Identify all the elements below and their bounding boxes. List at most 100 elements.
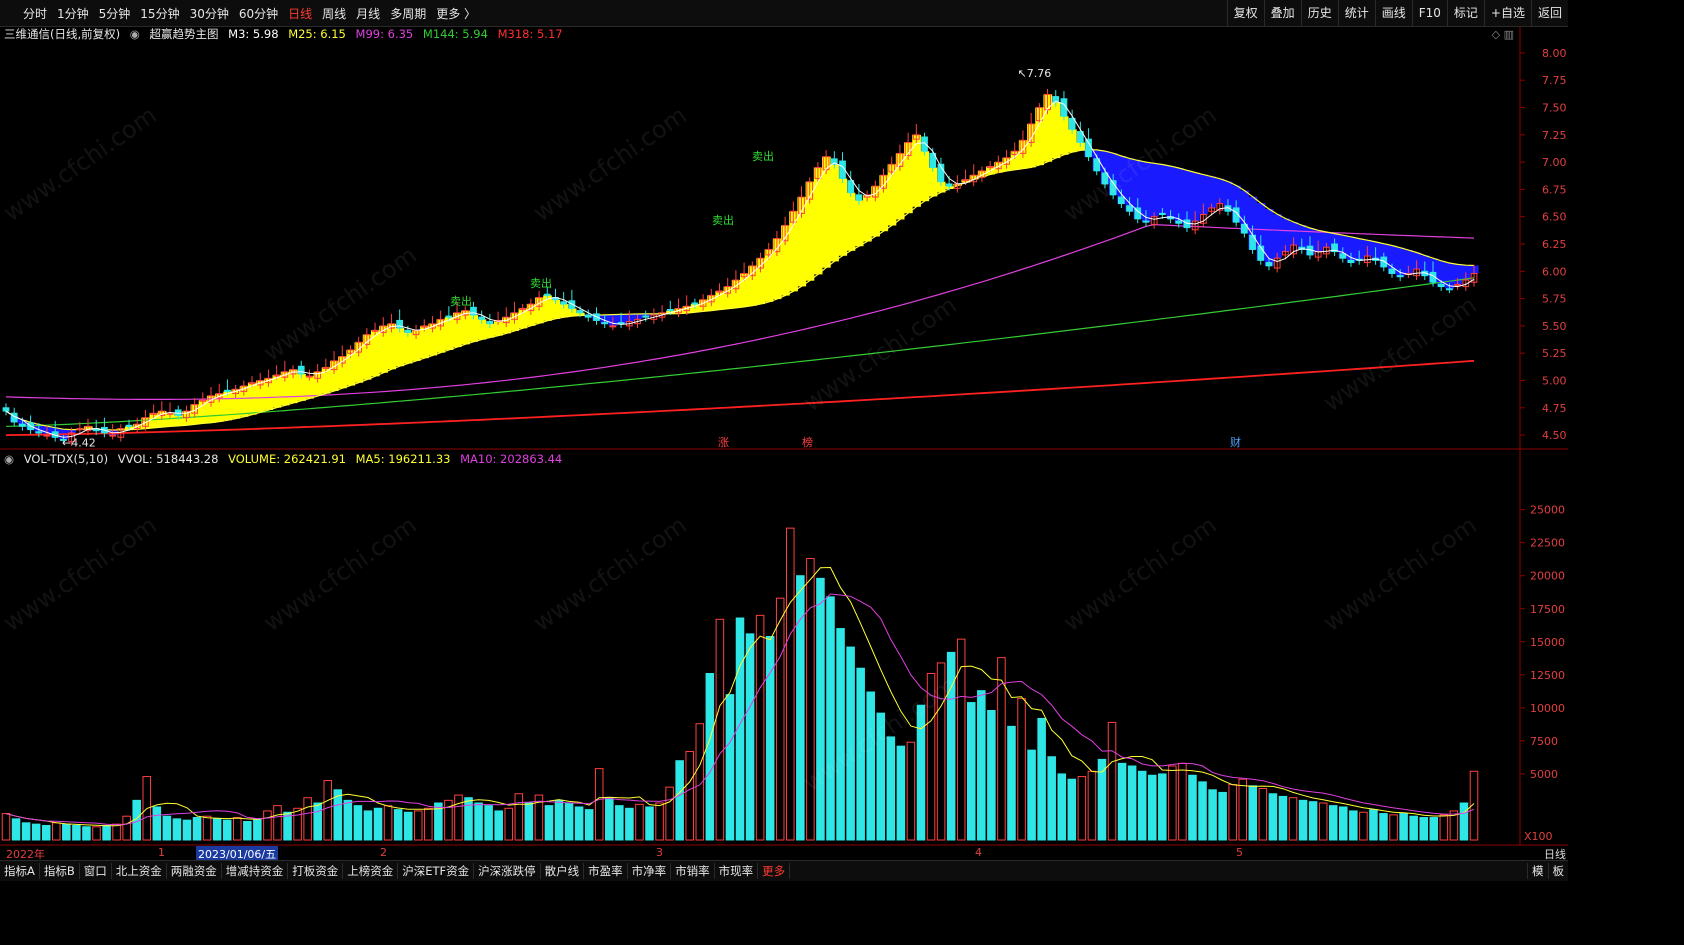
volume-bar xyxy=(926,673,936,841)
volume-bar xyxy=(363,810,373,841)
volume-bar xyxy=(775,597,785,841)
candle-body xyxy=(486,321,494,325)
volume-bar xyxy=(655,802,664,841)
volume-bar xyxy=(936,662,946,841)
candle-body xyxy=(609,325,617,328)
volume-bar xyxy=(353,805,363,841)
indicator-tab-10[interactable]: 散户线 xyxy=(541,863,585,879)
price-tick-label: 4.75 xyxy=(1542,402,1567,415)
indicator-tab-11[interactable]: 市盈率 xyxy=(584,863,628,879)
volume-bar xyxy=(1,813,11,841)
candle-body xyxy=(576,310,584,314)
candle-body xyxy=(404,329,412,333)
volume-bar xyxy=(212,818,222,841)
volume-bar xyxy=(625,807,634,841)
indicator-tab-9[interactable]: 沪深涨跌停 xyxy=(474,863,541,879)
candle-body xyxy=(1085,138,1092,158)
volume-bar xyxy=(313,802,322,841)
volume-bar xyxy=(1339,806,1348,841)
candle-body xyxy=(945,183,953,187)
vol-tick-label: 5000 xyxy=(1530,768,1558,781)
trend-band xyxy=(1051,102,1061,159)
kline-chart[interactable]: 8.00 7.75 7.50 7.25 7.00 6.75 6.50 6.25 6.00 5.75… xyxy=(0,0,1568,880)
trend-band xyxy=(920,151,930,202)
vol-tick-label: 12500 xyxy=(1530,669,1565,682)
price-tick-label: 6.50 xyxy=(1542,211,1567,224)
indicator-tab-6[interactable]: 打板资金 xyxy=(288,863,344,879)
volume-bar xyxy=(62,823,71,841)
volume-bar xyxy=(373,807,383,841)
volume-bar xyxy=(675,760,684,841)
date-axis: 2022年 1 2023/01/06/五 2 3 4 5 xyxy=(0,846,1520,862)
volume-bar xyxy=(826,596,835,841)
volume-bar xyxy=(152,806,162,841)
volume-bar xyxy=(665,786,674,841)
indicator-tab-7[interactable]: 上榜资金 xyxy=(343,863,399,879)
trend-band xyxy=(1264,208,1274,266)
indicator-tab-4[interactable]: 两融资金 xyxy=(167,863,222,879)
candle-body xyxy=(1117,196,1125,205)
volume-bar xyxy=(1298,799,1308,841)
indicator-tab-0[interactable]: 指标A xyxy=(0,863,40,879)
event-marker-0: 涨 xyxy=(718,436,729,449)
trend-band xyxy=(444,317,454,350)
indicator-tab-8[interactable]: 沪深ETF资金 xyxy=(398,863,475,879)
indicator-tab-14[interactable]: 市现率 xyxy=(715,863,759,879)
volume-bar xyxy=(956,638,966,841)
indicator-tab-2[interactable]: 窗口 xyxy=(80,863,112,879)
volume-bar xyxy=(1017,698,1026,841)
date-month-1: 1 xyxy=(158,846,165,859)
volume-bar xyxy=(1409,815,1418,841)
volume-bar xyxy=(554,799,564,841)
volume-bar xyxy=(685,750,694,841)
candle-body xyxy=(19,423,26,427)
volume-bar xyxy=(836,628,845,841)
volume-bar xyxy=(1107,721,1117,841)
volume-bar xyxy=(524,802,534,841)
high-price-label: ↖7.76 xyxy=(1018,67,1052,80)
trend-band xyxy=(370,330,380,377)
layout-button-1[interactable]: 板 xyxy=(1547,863,1569,879)
volume-bar xyxy=(464,797,473,841)
candle-body xyxy=(248,382,256,385)
volume-bar xyxy=(263,810,272,841)
volume-bar xyxy=(202,815,212,841)
volume-bar xyxy=(1168,765,1177,841)
volume-bar xyxy=(323,780,333,841)
candle-body xyxy=(297,365,305,375)
volume-bar xyxy=(846,646,855,841)
volume-bar xyxy=(1228,784,1237,841)
volume-bar xyxy=(303,797,312,841)
candle-body xyxy=(1101,172,1109,185)
volume-bar xyxy=(1218,791,1227,841)
vol-tick-label: 20000 xyxy=(1530,570,1565,583)
indicator-tab-13[interactable]: 市销率 xyxy=(671,863,715,879)
vol-tick-label: 15000 xyxy=(1530,636,1565,649)
indicator-tab-5[interactable]: 增减持资金 xyxy=(222,863,289,879)
candle-body xyxy=(166,412,174,415)
volume-bar xyxy=(916,704,926,841)
candle-body xyxy=(847,180,855,194)
vol-unit-label: X100 xyxy=(1524,830,1553,843)
trend-band xyxy=(395,328,405,367)
candle-body xyxy=(617,322,625,325)
candle-body xyxy=(1158,212,1166,216)
layout-button-0[interactable]: 模 xyxy=(1527,863,1548,879)
candle-body xyxy=(691,302,699,305)
volume-bar xyxy=(584,809,594,841)
price-tick-label: 7.50 xyxy=(1542,102,1567,115)
candle-body xyxy=(666,309,674,312)
candle-body xyxy=(224,389,231,392)
indicator-tab-15[interactable]: 更多 xyxy=(758,863,791,879)
date-month-4: 4 xyxy=(975,846,982,859)
ma99-line xyxy=(5,223,1475,400)
volume-bar xyxy=(484,805,493,841)
volume-bar xyxy=(1198,781,1207,841)
indicator-tab-3[interactable]: 北上资金 xyxy=(112,863,167,879)
indicator-tab-12[interactable]: 市净率 xyxy=(628,863,672,879)
volume-bar xyxy=(413,810,423,841)
candle-body xyxy=(1126,205,1133,212)
indicator-tab-1[interactable]: 指标B xyxy=(40,863,80,879)
volume-bar xyxy=(1007,725,1016,841)
volume-bar xyxy=(1077,776,1087,841)
